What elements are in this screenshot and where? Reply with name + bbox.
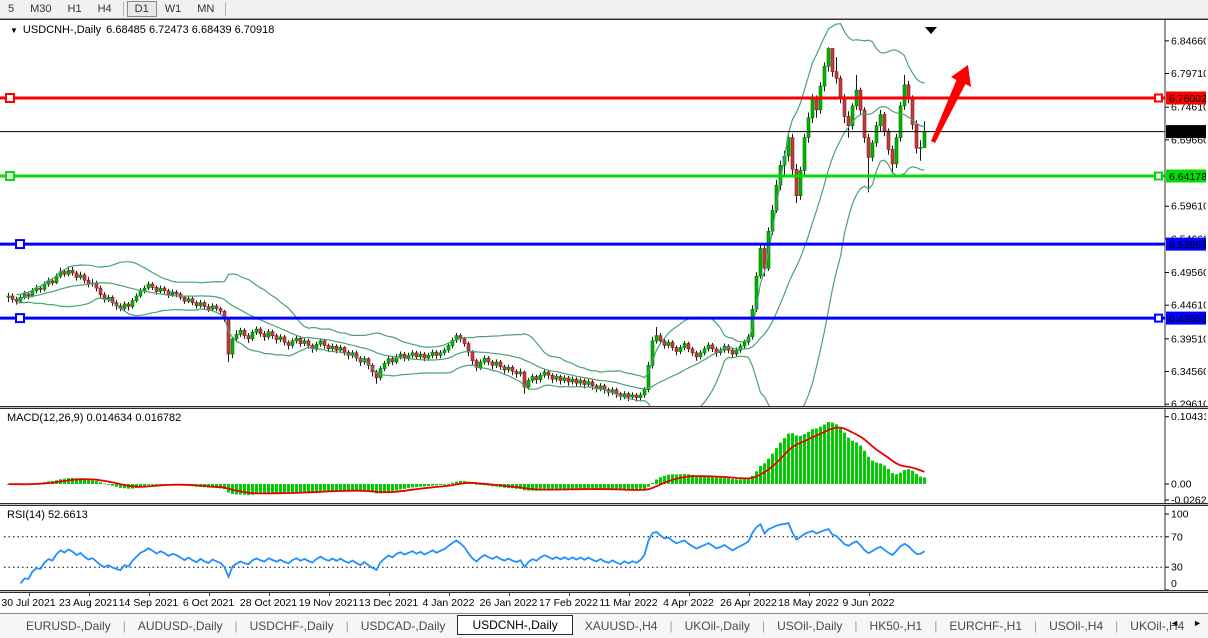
- macd-axis-label: 0.00: [1171, 479, 1192, 491]
- level-handle[interactable]: [16, 240, 24, 248]
- timeframe-button-h4[interactable]: H4: [90, 1, 120, 17]
- chart-tab-xauusd-h4[interactable]: XAUUSD-,H4: [573, 617, 670, 635]
- date-label: 13 Dec 2021: [359, 597, 419, 609]
- tab-scroll-buttons: ◄ ►: [1170, 618, 1202, 628]
- chart-title: ▼ USDCNH-,Daily 6.68485 6.72473 6.68439 …: [10, 24, 274, 36]
- rsi-label: RSI(14) 52.6613: [7, 509, 88, 521]
- macd-panel[interactable]: 0.104313 0.00 -0.02624 MACD(12,26,9) 0.014…: [0, 408, 1208, 504]
- price-axis-label: 6.84660: [1171, 35, 1206, 47]
- timeframe-button-w1[interactable]: W1: [157, 1, 190, 17]
- chart-tab-audusd-daily[interactable]: AUDUSD-,Daily: [126, 617, 235, 635]
- chart-tab-usdchf-daily[interactable]: USDCHF-,Daily: [238, 617, 346, 635]
- toolbar-separator: [123, 2, 124, 16]
- price-axis-label: 6.79710: [1171, 68, 1206, 80]
- macd-axis-label: -0.02624: [1171, 495, 1206, 504]
- tab-scroll-left-icon[interactable]: ◄: [1170, 618, 1179, 628]
- chart-tab-eurchf-h1[interactable]: EURCHF-,H1: [937, 617, 1034, 635]
- date-tick: [629, 593, 630, 596]
- chart-symbol-label: USDCNH-,Daily: [23, 24, 101, 36]
- chart-ohlc-values: 6.68485 6.72473 6.68439 6.70918: [106, 24, 274, 36]
- timeframe-button-5[interactable]: 5: [0, 1, 22, 17]
- tab-scroll-right-icon[interactable]: ►: [1193, 618, 1202, 628]
- date-tick: [749, 593, 750, 596]
- date-axis[interactable]: 30 Jul 2021 23 Aug 202114 Sep 2021 6 Oct 2…: [0, 592, 1208, 613]
- date-tick: [89, 593, 90, 596]
- date-tick: [569, 593, 570, 596]
- price-axis-label: 6.39510: [1171, 333, 1206, 345]
- date-tick: [329, 593, 330, 596]
- date-tick: [509, 593, 510, 596]
- price-chart-canvas[interactable]: 6.846606.797106.746106.696606.596106.546…: [0, 20, 1206, 406]
- mt4-window: 5M30H1H4D1W1MN 6.846606.797106.746106.69…: [0, 0, 1208, 638]
- rsi-axis-label: 0: [1171, 578, 1177, 590]
- date-label: 9 Jun 2022: [843, 597, 895, 609]
- rsi-panel[interactable]: 100 70 30 0 RSI(14) 52.6613: [0, 505, 1208, 591]
- price-badge-6.42652: 6.42652: [1169, 313, 1206, 325]
- rsi-axis-label: 30: [1171, 562, 1183, 574]
- timeframe-button-h1[interactable]: H1: [60, 1, 90, 17]
- price-badge-6.76002: 6.76002: [1169, 93, 1206, 105]
- date-tick: [869, 593, 870, 596]
- date-label: 11 Mar 2022: [599, 597, 657, 609]
- title-dropdown-icon[interactable]: ▼: [10, 26, 18, 35]
- main-chart-panel[interactable]: 6.846606.797106.746106.696606.596106.546…: [0, 19, 1208, 407]
- down-arrow-marker-icon[interactable]: [925, 27, 937, 34]
- level-handle[interactable]: [6, 94, 14, 102]
- price-axis-label: 6.34560: [1171, 366, 1206, 378]
- date-label: 17 Feb 2022: [539, 597, 598, 609]
- price-badge-6.64178: 6.64178: [1169, 171, 1206, 183]
- price-axis-label: 6.59610: [1171, 201, 1206, 213]
- price-axis-label: 6.44610: [1171, 300, 1206, 312]
- date-label: 26 Apr 2022: [720, 597, 777, 609]
- date-tick: [269, 593, 270, 596]
- date-label: 30 Jul 2021: [1, 597, 55, 609]
- timeframe-button-mn[interactable]: MN: [189, 1, 222, 17]
- level-handle[interactable]: [1155, 315, 1162, 322]
- date-label: 4 Apr 2022: [663, 597, 714, 609]
- chart-tab-usoil-h4[interactable]: USOil-,H4: [1037, 617, 1115, 635]
- date-label: 6 Oct 2021: [183, 597, 234, 609]
- chart-tab-usoil-daily[interactable]: USOil-,Daily: [765, 617, 854, 635]
- toolbar-separator: [225, 2, 226, 16]
- price-badge-6.70918: 6.70918: [1169, 127, 1206, 139]
- date-tick: [809, 593, 810, 596]
- rsi-axis-label: 100: [1171, 509, 1189, 521]
- timeframe-toolbar: 5M30H1H4 D1W1MN: [0, 0, 1208, 19]
- chart-tab-ukoil-daily[interactable]: UKOil-,Daily: [673, 617, 762, 635]
- date-label: 14 Sep 2021: [119, 597, 179, 609]
- date-tick: [389, 593, 390, 596]
- macd-label: MACD(12,26,9) 0.014634 0.016782: [7, 412, 181, 424]
- date-tick: [209, 593, 210, 596]
- date-label: 28 Oct 2021: [240, 597, 297, 609]
- rsi-line: [21, 523, 925, 583]
- date-tick: [449, 593, 450, 596]
- chart-tab-usdcad-daily[interactable]: USDCAD-,Daily: [349, 617, 458, 635]
- rsi-axis-label: 70: [1171, 531, 1183, 543]
- date-tick: [29, 593, 30, 596]
- chart-tab-usdcnh-daily[interactable]: USDCNH-,Daily: [457, 615, 572, 635]
- level-handle[interactable]: [16, 314, 24, 322]
- date-label: 23 Aug 2021: [59, 597, 118, 609]
- date-tick: [689, 593, 690, 596]
- timeframe-button-m30[interactable]: M30: [22, 1, 59, 17]
- bollinger-upper-band: [17, 24, 925, 378]
- chart-tab-hk50-h1[interactable]: HK50-,H1: [858, 617, 935, 635]
- level-handle[interactable]: [1155, 173, 1162, 180]
- date-label: 26 Jan 2022: [480, 597, 538, 609]
- date-label: 4 Jan 2022: [423, 597, 475, 609]
- rsi-canvas[interactable]: 100 70 30 0: [0, 506, 1206, 590]
- price-badge-6.53869: 6.53869: [1169, 239, 1206, 251]
- level-handle[interactable]: [1155, 95, 1162, 102]
- price-axis-label: 6.49560: [1171, 267, 1206, 279]
- macd-axis-label: 0.104313: [1171, 411, 1206, 423]
- date-label: 19 Nov 2021: [299, 597, 359, 609]
- date-tick: [149, 593, 150, 596]
- date-label: 18 May 2022: [778, 597, 839, 609]
- chart-tab-eurusd-daily[interactable]: EURUSD-,Daily: [14, 617, 123, 635]
- timeframe-button-d1[interactable]: D1: [127, 1, 157, 17]
- chart-tab-bar: EURUSD-,Daily|AUDUSD-,Daily|USDCHF-,Dail…: [0, 613, 1208, 638]
- price-axis-label: 6.29610: [1171, 399, 1206, 406]
- level-handle[interactable]: [6, 172, 14, 180]
